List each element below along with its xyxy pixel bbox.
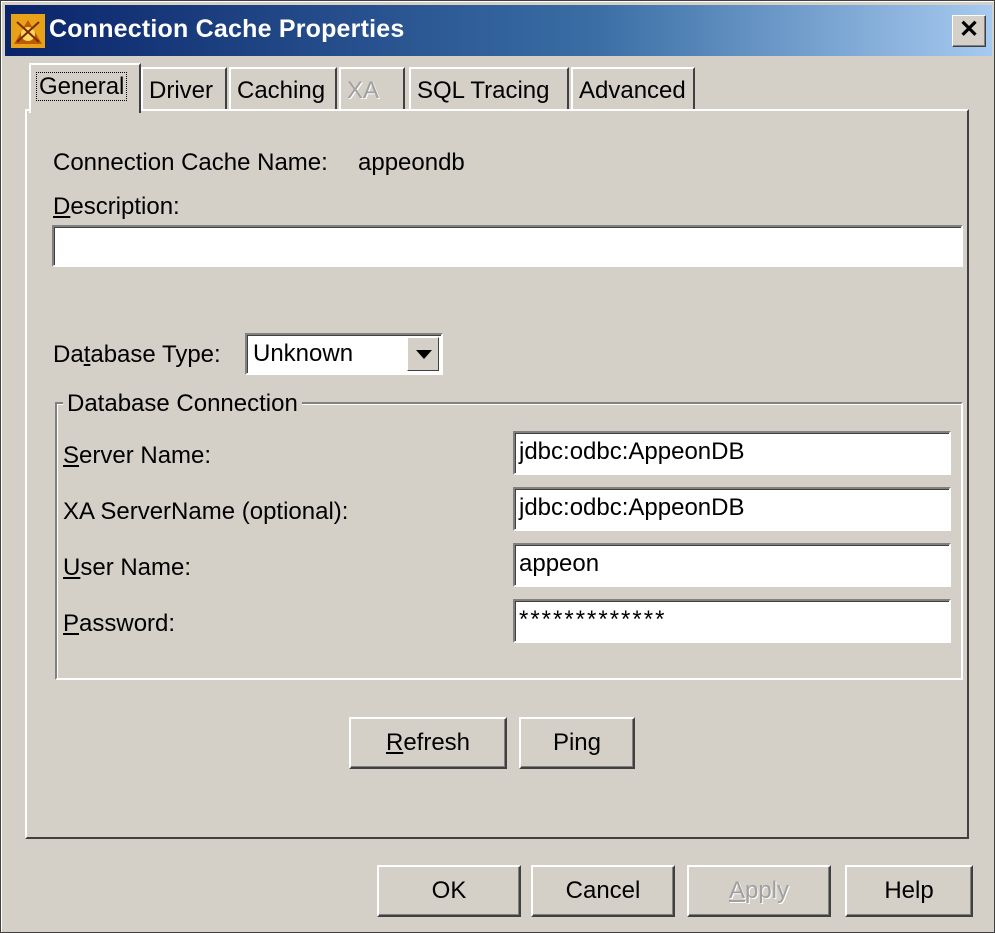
server-name-input[interactable]: jdbc:odbc:AppeonDB — [513, 431, 951, 475]
database-type-label-pre: Da — [53, 341, 84, 368]
description-mnemonic: D — [53, 193, 71, 220]
description-input[interactable] — [52, 225, 963, 267]
refresh-label: efresh — [403, 729, 471, 756]
refresh-mnemonic: R — [385, 729, 404, 756]
password-label: Password: — [63, 610, 175, 638]
xa-server-name-input[interactable]: jdbc:odbc:AppeonDB — [513, 487, 951, 531]
apply-button: Apply — [687, 865, 831, 917]
database-type-label-post: abase Type: — [90, 341, 221, 368]
description-label: Description: — [53, 193, 180, 221]
database-type-label: Database Type: — [53, 341, 221, 369]
database-type-select[interactable]: Unknown — [245, 333, 443, 375]
user-name-label: User Name: — [63, 554, 191, 582]
refresh-button[interactable]: Refresh — [349, 717, 507, 769]
ping-label: Pin — [552, 729, 588, 756]
apply-mnemonic: A — [728, 877, 745, 904]
ping-button[interactable]: Ping — [519, 717, 635, 769]
apply-label: pply — [744, 877, 790, 904]
connection-cache-properties-dialog: Connection Cache Properties ✕ General Dr… — [0, 0, 995, 933]
xa-server-name-label: XA ServerName (optional): — [63, 498, 349, 525]
ping-mnemonic: g — [587, 729, 602, 756]
password-input[interactable]: ************* — [513, 599, 951, 643]
description-label-text: escription: — [70, 193, 180, 220]
user-name-mnemonic: U — [63, 554, 81, 581]
user-name-label-text: ser Name: — [80, 554, 192, 581]
cache-name-label: Connection Cache Name: — [53, 149, 328, 176]
user-name-input[interactable]: appeon — [513, 543, 951, 587]
server-name-label: Server Name: — [63, 442, 211, 470]
database-connection-legend: Database Connection — [63, 390, 302, 418]
database-type-value: Unknown — [253, 340, 354, 367]
password-label-text: assword: — [79, 610, 176, 637]
chevron-down-icon[interactable] — [407, 337, 439, 371]
cancel-button[interactable]: Cancel — [531, 865, 675, 917]
cache-name-value: appeondb — [358, 149, 465, 176]
password-mnemonic: P — [63, 610, 80, 637]
help-button[interactable]: Help — [845, 865, 973, 917]
server-name-label-text: erver Name: — [79, 442, 212, 469]
server-name-mnemonic: S — [63, 442, 80, 469]
ok-button[interactable]: OK — [377, 865, 521, 917]
